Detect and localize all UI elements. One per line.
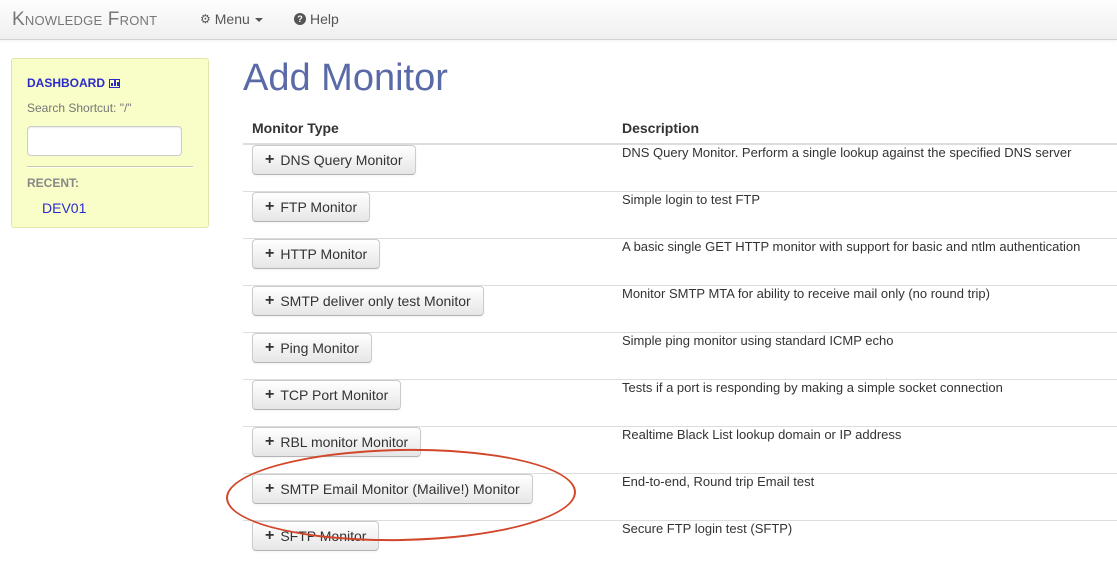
question-circle-icon: ? xyxy=(294,13,306,25)
caret-down-icon xyxy=(254,17,263,22)
add-monitor-button[interactable]: + SMTP Email Monitor (Mailive!) Monitor xyxy=(252,473,533,504)
plus-icon: + xyxy=(265,151,275,168)
monitor-description: Realtime Black List lookup domain or IP … xyxy=(613,425,1117,473)
add-monitor-button[interactable]: + DNS Query Monitor xyxy=(252,145,416,175)
monitor-description: A basic single GET HTTP monitor with sup… xyxy=(613,237,1117,285)
gears-icon: ⚙ xyxy=(200,12,211,26)
table-header-row: Monitor Type Description xyxy=(243,108,1117,145)
monitor-type-cell: + SFTP Monitor xyxy=(243,519,613,567)
help-label: Help xyxy=(310,11,339,27)
search-shortcut-hint: Search Shortcut: "/" xyxy=(27,101,132,115)
table-row: + FTP Monitor Simple login to test FTP xyxy=(243,190,1117,238)
table-row: + HTTP Monitor A basic single GET HTTP mon… xyxy=(243,237,1117,285)
plus-icon: + xyxy=(265,526,275,544)
table-row: + Ping Monitor Simple ping monitor using s… xyxy=(243,331,1117,379)
table-row: + DNS Query Monitor DNS Query Monitor. Per… xyxy=(243,144,1117,191)
plus-icon: + xyxy=(265,479,275,497)
monitor-description: Secure FTP login test (SFTP) xyxy=(613,519,1117,567)
monitor-type-cell: + RBL monitor Monitor xyxy=(243,425,613,473)
table-row: + RBL monitor Monitor Realtime Black List … xyxy=(243,425,1117,473)
table-row: + SFTP Monitor Secure FTP login test (SFTP… xyxy=(243,519,1117,567)
monitor-description: DNS Query Monitor. Perform a single look… xyxy=(622,145,1072,160)
add-monitor-button-label: RBL monitor Monitor xyxy=(280,433,409,450)
sidebar-panel: DASHBOARD Search Shortcut: "/" RECENT: D… xyxy=(11,58,209,228)
description-header: Description xyxy=(613,108,1117,145)
plus-icon: + xyxy=(265,432,275,450)
brand-logo[interactable]: Knowledge Front xyxy=(12,9,157,31)
monitor-type-cell: + HTTP Monitor xyxy=(243,237,613,285)
monitor-type-header: Monitor Type xyxy=(243,108,613,145)
add-monitor-button[interactable]: + HTTP Monitor xyxy=(252,238,381,269)
add-monitor-button[interactable]: + Ping Monitor xyxy=(252,332,372,363)
recent-label: RECENT: xyxy=(27,176,80,190)
search-input[interactable] xyxy=(27,126,182,156)
recent-item-dev01[interactable]: DEV01 xyxy=(42,200,86,216)
add-monitor-button-label: Ping Monitor xyxy=(280,339,359,356)
plus-icon: + xyxy=(265,385,275,403)
add-monitor-button[interactable]: + RBL monitor Monitor xyxy=(252,426,422,457)
table-row: + SMTP Email Monitor (Mailive!) Monitor En… xyxy=(243,472,1117,520)
monitor-type-cell: + SMTP Email Monitor (Mailive!) Monitor xyxy=(243,472,613,520)
top-navbar: Knowledge Front ⚙ Menu ? Help xyxy=(0,0,1117,40)
add-monitor-button-label: HTTP Monitor xyxy=(280,245,368,262)
add-monitor-button[interactable]: + SMTP deliver only test Monitor xyxy=(252,285,484,316)
monitor-description: Tests if a port is responding by making … xyxy=(613,378,1117,426)
monitor-rows: + DNS Query Monitor DNS Query Monitor. Per… xyxy=(243,144,1117,567)
monitor-type-table: Monitor Type Description + DNS Query Moni… xyxy=(243,108,1117,567)
add-monitor-button-label: TCP Port Monitor xyxy=(280,386,389,403)
add-monitor-button-label: SFTP Monitor xyxy=(280,527,367,544)
plus-icon: + xyxy=(265,244,275,262)
monitor-type-cell: + TCP Port Monitor xyxy=(243,378,613,426)
menu-label: Menu xyxy=(214,11,250,27)
add-monitor-button-label: SMTP Email Monitor (Mailive!) Monitor xyxy=(280,480,520,497)
dashboard-label: DASHBOARD xyxy=(27,76,105,90)
page-title: Add Monitor xyxy=(243,57,448,99)
add-monitor-button[interactable]: + FTP Monitor xyxy=(252,191,371,222)
plus-icon: + xyxy=(265,338,275,356)
dashboard-link[interactable]: DASHBOARD xyxy=(27,76,120,90)
monitor-type-cell: + FTP Monitor xyxy=(243,190,613,238)
monitor-description: Simple ping monitor using standard ICMP … xyxy=(613,331,1117,379)
add-monitor-button[interactable]: + SFTP Monitor xyxy=(252,520,380,551)
monitor-type-cell: + SMTP deliver only test Monitor xyxy=(243,284,613,332)
add-monitor-button-label: DNS Query Monitor xyxy=(280,152,403,168)
table-row: + TCP Port Monitor Tests if a port is resp… xyxy=(243,378,1117,426)
add-monitor-button[interactable]: + TCP Port Monitor xyxy=(252,379,402,410)
plus-icon: + xyxy=(265,291,275,309)
sidebar-divider xyxy=(27,166,193,168)
monitor-type-cell: + Ping Monitor xyxy=(243,331,613,379)
table-row: + SMTP deliver only test Monitor Monitor S… xyxy=(243,284,1117,332)
monitor-description: End-to-end, Round trip Email test xyxy=(613,472,1117,520)
menu-dropdown[interactable]: ⚙ Menu xyxy=(200,11,263,27)
monitor-type-cell: + DNS Query Monitor xyxy=(243,144,613,191)
monitor-description: Simple login to test FTP xyxy=(613,190,1117,238)
monitor-description: Monitor SMTP MTA for ability to receive … xyxy=(613,284,1117,332)
plus-icon: + xyxy=(265,197,275,215)
help-link[interactable]: ? Help xyxy=(294,11,339,27)
bar-chart-icon xyxy=(109,78,120,88)
add-monitor-button-label: FTP Monitor xyxy=(280,198,358,215)
add-monitor-button-label: SMTP deliver only test Monitor xyxy=(280,292,471,309)
